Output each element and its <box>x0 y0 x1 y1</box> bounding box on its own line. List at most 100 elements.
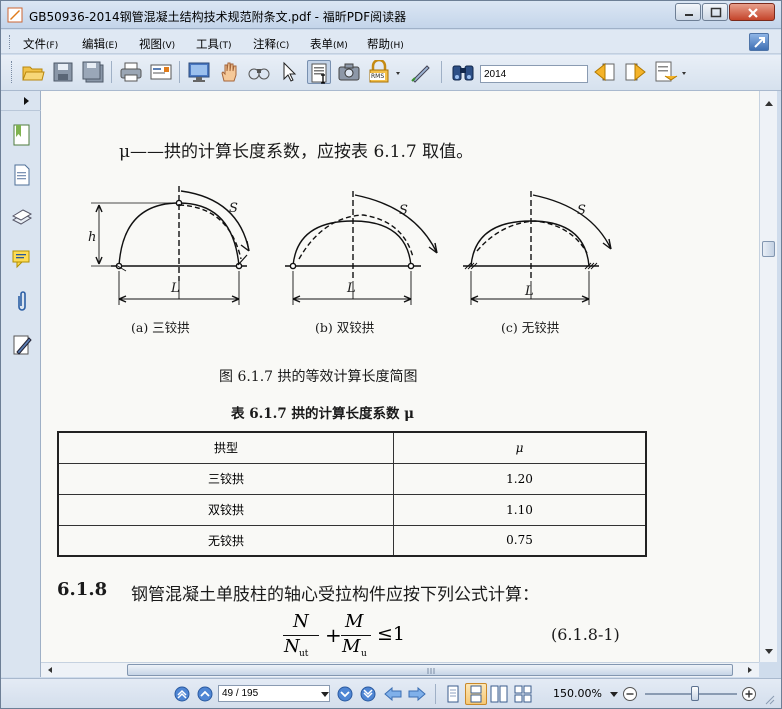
zoom-level[interactable]: 150.00% <box>553 687 602 700</box>
attachments-panel-button[interactable] <box>11 289 33 313</box>
save-as-button[interactable] <box>81 60 105 84</box>
page-number-input[interactable] <box>218 685 330 702</box>
horizontal-scroll-thumb[interactable] <box>127 664 733 676</box>
menu-grip <box>9 35 11 49</box>
formula-rhs: ≤1 <box>377 623 406 645</box>
table-cell: 无铰拱 <box>57 524 395 557</box>
single-page-view-icon[interactable] <box>443 684 463 704</box>
zoom-dropdown-icon[interactable] <box>609 689 619 699</box>
horizontal-scrollbar[interactable] <box>41 662 759 677</box>
close-button[interactable] <box>729 3 775 21</box>
toolbar-separator <box>111 61 112 83</box>
caption-three-hinged: (a) 三铰拱 <box>131 320 190 335</box>
search-options-button[interactable] <box>653 60 689 84</box>
properties-button[interactable] <box>149 60 173 84</box>
menu-tools[interactable]: 工具(T) <box>196 36 232 52</box>
menu-comment[interactable]: 注释(C) <box>253 36 289 52</box>
scroll-left-icon[interactable] <box>43 663 57 677</box>
window-title: GB50936-2014钢管混凝土结构技术规范附条文.pdf - 福昕PDF阅读… <box>29 10 407 24</box>
menu-view[interactable]: 视图(V) <box>139 36 175 52</box>
expand-panel-icon[interactable] <box>749 33 769 51</box>
table-header-row: 拱型 μ <box>57 431 647 464</box>
bookmark-icon <box>13 124 30 146</box>
page-thumbnail-icon <box>14 164 30 186</box>
formula-m-subscript: u <box>361 649 367 659</box>
zoom-in-icon[interactable] <box>741 686 757 702</box>
first-page-icon[interactable] <box>173 685 191 703</box>
snapshot-button[interactable] <box>337 60 361 84</box>
menu-help[interactable]: 帮助(H) <box>367 36 404 52</box>
scroll-down-icon[interactable] <box>760 641 778 661</box>
title-bar: GB50936-2014钢管混凝土结构技术规范附条文.pdf - 福昕PDF阅读… <box>1 1 781 29</box>
find-next-button[interactable] <box>623 60 647 84</box>
sign-button[interactable] <box>409 60 433 84</box>
maximize-button[interactable] <box>702 3 728 21</box>
bookmarks-panel-button[interactable] <box>11 123 33 147</box>
scroll-right-icon[interactable] <box>743 663 757 677</box>
zoom-slider-thumb[interactable] <box>691 686 699 701</box>
toolbar-grip <box>11 61 13 83</box>
previous-page-icon[interactable] <box>196 685 214 703</box>
select-tool-button[interactable] <box>277 60 301 84</box>
save-button[interactable] <box>51 60 75 84</box>
comments-panel-button[interactable] <box>11 247 33 271</box>
minimize-button[interactable] <box>675 3 701 21</box>
vertical-scrollbar[interactable] <box>759 91 777 662</box>
print-button[interactable] <box>119 60 143 84</box>
table-cell: 双铰拱 <box>57 493 395 526</box>
rms-lock-button[interactable]: RMS <box>367 58 403 84</box>
panel-toggle-button[interactable] <box>1 91 41 111</box>
facing-view-icon[interactable] <box>489 684 509 704</box>
text-select-button[interactable] <box>307 60 331 84</box>
full-screen-button[interactable] <box>187 60 211 84</box>
pages-panel-button[interactable] <box>11 163 33 187</box>
camera-icon <box>338 63 360 81</box>
layers-icon <box>11 209 33 225</box>
hand-tool-button[interactable] <box>217 60 241 84</box>
menu-file[interactable]: 文件(F) <box>23 36 58 52</box>
lock-icon <box>369 58 400 83</box>
layers-panel-button[interactable] <box>11 205 33 229</box>
expand-arrow-icon <box>24 97 29 105</box>
scroll-up-icon[interactable] <box>760 94 778 114</box>
go-forward-icon[interactable] <box>407 685 427 703</box>
grip-icon <box>427 668 435 674</box>
section-number: 6.1.8 <box>57 579 108 600</box>
diagram-label-l-a: L <box>171 281 180 296</box>
formula-m-denominator: M <box>342 636 361 657</box>
table-header-cell: μ <box>393 431 647 464</box>
search-input[interactable] <box>480 65 588 83</box>
table-cell: 1.20 <box>393 462 647 495</box>
open-folder-button[interactable] <box>21 60 45 84</box>
continuous-view-button[interactable] <box>465 683 487 705</box>
resize-grip-icon[interactable] <box>763 693 775 705</box>
diagram-label-l-b: L <box>347 281 356 296</box>
menu-form[interactable]: 表单(M) <box>310 36 348 52</box>
next-page-icon[interactable] <box>336 685 354 703</box>
status-bar: 150.00% <box>1 678 781 708</box>
zoom-out-icon[interactable] <box>622 686 638 702</box>
hand-icon <box>221 62 237 82</box>
go-back-icon[interactable] <box>383 685 403 703</box>
table-cell: 1.10 <box>393 493 647 526</box>
formula-m-numerator: M <box>345 611 364 632</box>
main-toolbar: RMS <box>1 55 781 91</box>
continuous-facing-view-icon[interactable] <box>513 684 533 704</box>
monitor-icon <box>188 62 210 82</box>
find-previous-button[interactable] <box>593 60 617 84</box>
page-dropdown-icon[interactable] <box>320 689 330 699</box>
document-view[interactable]: μ——拱的计算长度系数，应按表 6.1.7 取值。 h S S S L L L … <box>41 91 759 662</box>
diagram-label-s-b: S <box>399 203 408 218</box>
vertical-scroll-thumb[interactable] <box>762 241 775 257</box>
zoom-tool-button[interactable] <box>247 60 271 84</box>
menu-edit[interactable]: 编辑(E) <box>82 36 118 52</box>
find-previous-icon <box>594 62 615 82</box>
formula: N N ut + M M u ≤1 <box>281 611 431 659</box>
signatures-panel-button[interactable] <box>11 333 33 357</box>
status-separator <box>435 684 436 704</box>
rms-label: RMS <box>370 73 386 80</box>
last-page-icon[interactable] <box>359 685 377 703</box>
find-button[interactable] <box>451 60 475 84</box>
table-row: 三铰拱 1.20 <box>57 462 647 495</box>
table-row: 无铰拱 0.75 <box>57 524 647 557</box>
